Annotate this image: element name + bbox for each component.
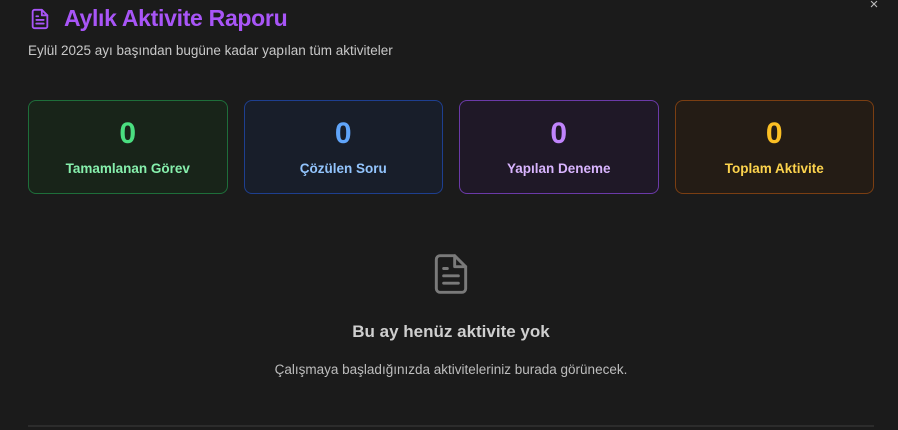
- stat-card-practice-exams: 0 Yapılan Deneme: [459, 100, 659, 194]
- stat-value: 0: [550, 116, 568, 150]
- stats-cards: 0 Tamamlanan Görev 0 Çözülen Soru 0 Yapı…: [28, 100, 874, 194]
- stat-label: Yapılan Deneme: [506, 160, 611, 176]
- stat-label: Tamamlanan Görev: [65, 160, 190, 176]
- empty-state-description: Çalışmaya başladığınızda aktiviteleriniz…: [274, 362, 628, 377]
- activity-report-modal: × Aylık Aktivite Raporu Eylül 2025 ayı b…: [0, 0, 898, 430]
- stat-label: Çözülen Soru: [299, 160, 387, 176]
- divider: [28, 425, 874, 427]
- stat-value: 0: [119, 116, 137, 150]
- stat-card-completed-tasks: 0 Tamamlanan Görev: [28, 100, 228, 194]
- modal-title: Aylık Aktivite Raporu: [64, 5, 288, 31]
- empty-state: Bu ay henüz aktivite yok Çalışmaya başla…: [28, 250, 874, 377]
- stat-value: 0: [334, 116, 352, 150]
- document-icon: [28, 7, 52, 31]
- stat-label: Toplam Aktivite: [724, 160, 824, 176]
- empty-state-title: Bu ay henüz aktivite yok: [352, 322, 550, 341]
- modal-header: Aylık Aktivite Raporu: [28, 5, 288, 32]
- modal-subtitle: Eylül 2025 ayı başından bugüne kadar yap…: [28, 43, 393, 58]
- close-icon: ×: [869, 0, 879, 13]
- stat-value: 0: [765, 116, 783, 150]
- document-icon: [429, 250, 473, 298]
- stat-card-total-activity: 0 Toplam Aktivite: [674, 100, 874, 194]
- stat-card-solved-questions: 0 Çözülen Soru: [243, 100, 443, 194]
- close-button[interactable]: ×: [864, 0, 884, 14]
